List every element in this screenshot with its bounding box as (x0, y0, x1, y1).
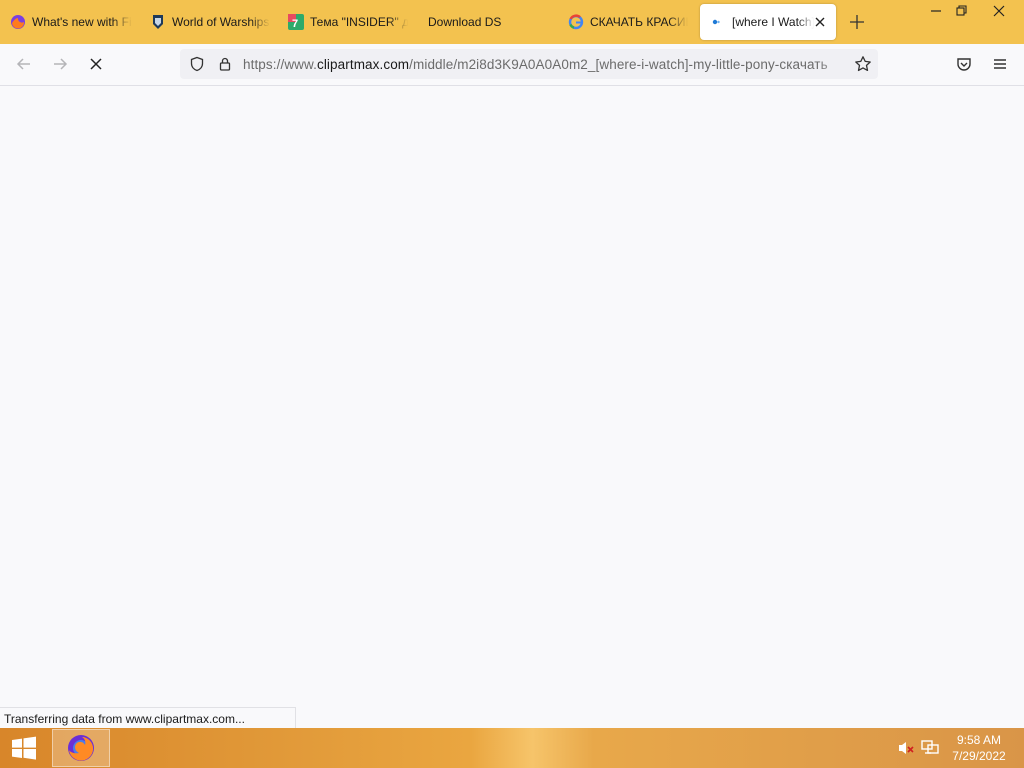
clock-time: 9:58 AM (956, 733, 1002, 747)
svg-text:7: 7 (292, 18, 298, 30)
close-window-icon[interactable] (991, 4, 1007, 18)
tab-label: СКАЧАТЬ КРАСИВЫЕ (590, 15, 688, 29)
tab-world-of-warships[interactable]: World of Warships (140, 0, 274, 44)
url-path: /middle/m2i8d3K9A0A0A0m2_[where-i-watch]… (409, 57, 828, 72)
tab-download-ds[interactable]: Download DS (418, 0, 552, 44)
tab-label: [where I Watch] (732, 15, 814, 29)
tab-label: World of Warships (172, 15, 270, 29)
navigation-toolbar: https://www.clipartmax.com/middle/m2i8d3… (0, 44, 1024, 86)
windows-taskbar: 9:58 AM 7/29/2022 (0, 728, 1024, 768)
network-icon[interactable] (921, 740, 939, 756)
address-bar[interactable]: https://www.clipartmax.com/middle/m2i8d3… (180, 49, 878, 79)
close-tab-icon[interactable] (812, 14, 828, 30)
firefox-icon (66, 733, 96, 763)
tab-insider[interactable]: 7 Тема "INSIDER" для (278, 0, 412, 44)
insider-icon: 7 (288, 14, 304, 30)
hamburger-menu-icon[interactable] (991, 55, 1009, 73)
page-content-area[interactable] (0, 86, 1024, 728)
clock-date: 7/29/2022 (952, 749, 1006, 763)
url-text[interactable]: https://www.clipartmax.com/middle/m2i8d3… (243, 57, 848, 72)
tracking-protection-shield-icon[interactable] (189, 56, 205, 72)
tab-label: Download DS (428, 15, 502, 29)
url-prefix: https://www. (243, 57, 317, 72)
tab-strip: What's new with Firefox World of Warship… (0, 0, 1024, 44)
tab-whats-new[interactable]: What's new with Firefox (0, 0, 138, 44)
system-clock[interactable]: 9:58 AM 7/29/2022 (948, 732, 1010, 764)
back-arrow-icon[interactable] (15, 55, 33, 73)
bookmark-star-icon[interactable] (854, 55, 872, 73)
tab-label: What's new with Firefox (32, 15, 132, 29)
minimize-window-icon[interactable] (928, 4, 944, 18)
new-tab-icon[interactable] (848, 13, 866, 31)
firefox-icon (10, 14, 26, 30)
stop-loading-icon[interactable] (87, 55, 105, 73)
tab-google-search[interactable]: СКАЧАТЬ КРАСИВЫЕ (558, 0, 694, 44)
tab-label: Тема "INSIDER" для (310, 15, 408, 29)
taskbar-firefox-button[interactable] (52, 729, 110, 767)
google-icon (568, 14, 584, 30)
restore-window-icon[interactable] (954, 4, 970, 18)
status-panel: Transferring data from www.clipartmax.co… (0, 707, 296, 728)
volume-muted-icon[interactable] (897, 740, 915, 756)
pocket-icon[interactable] (955, 55, 973, 73)
warships-icon (150, 14, 166, 30)
forward-arrow-icon[interactable] (51, 55, 69, 73)
windows-start-icon[interactable] (10, 736, 38, 760)
tab-where-i-watch[interactable]: [where I Watch] (700, 4, 836, 40)
url-host: clipartmax.com (316, 57, 410, 72)
lock-icon[interactable] (217, 56, 233, 72)
clipartmax-icon (710, 14, 726, 30)
status-text: Transferring data from www.clipartmax.co… (4, 712, 245, 726)
